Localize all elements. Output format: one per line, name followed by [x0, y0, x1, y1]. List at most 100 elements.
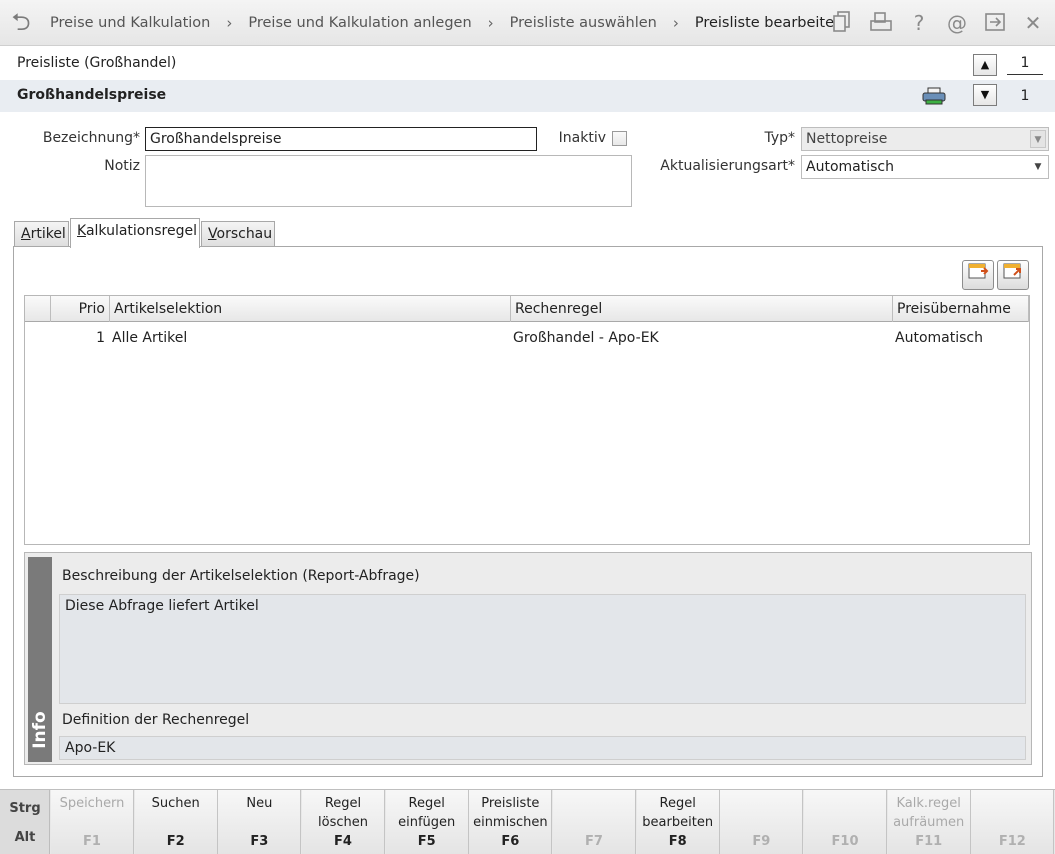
- title-bar: ⮌ Preise und Kalkulation › Preise und Ka…: [0, 0, 1055, 46]
- fkey-label: Regel einfügen: [398, 796, 456, 830]
- chevron-right-icon: ›: [226, 14, 233, 32]
- fkey-f10-button: F10: [804, 790, 888, 854]
- breadcrumb-item-2[interactable]: Preise und Kalkulation anlegen: [248, 15, 471, 31]
- fkey-shortcut: F8: [668, 834, 687, 849]
- tab-vorschau-label: Vorschau: [208, 226, 273, 242]
- list-title-row: Preisliste (Großhandel): [0, 50, 1055, 78]
- email-icon[interactable]: @: [945, 10, 969, 36]
- next-record-button[interactable]: ▼: [973, 84, 997, 106]
- rule-definition-heading: Definition der Rechenregel: [62, 712, 250, 728]
- help-icon[interactable]: ?: [907, 10, 931, 36]
- fkey-shortcut: F12: [998, 834, 1026, 849]
- function-key-bar: Strg Alt Speichern F1 Suchen F2 Neu F3 Regel l…: [0, 789, 1055, 854]
- tab-artikel[interactable]: Artikel: [14, 221, 69, 247]
- printer-status-icon[interactable]: [922, 87, 946, 105]
- previous-record-button[interactable]: ▲: [973, 54, 997, 76]
- fkey-shortcut: F2: [166, 834, 185, 849]
- column-header-preisuebernahme[interactable]: Preisübernahme: [893, 296, 1029, 322]
- fkey-label: Kalk.regel aufräumen: [893, 796, 965, 830]
- chevron-right-icon: ›: [487, 14, 494, 32]
- fkey-shortcut: F5: [417, 834, 436, 849]
- fkey-f12-button: F12: [971, 790, 1055, 854]
- tab-kalkulationsregel-label: Kalkulationsregel: [77, 223, 197, 239]
- fkey-regel-loeschen-button[interactable]: Regel löschen F4: [302, 790, 385, 854]
- fkey-shortcut: F7: [585, 834, 603, 849]
- fkey-f7-button: F7: [553, 790, 637, 854]
- column-header-rechenregel[interactable]: Rechenregel: [511, 296, 893, 322]
- column-header-select[interactable]: [25, 296, 51, 322]
- export-rule-button[interactable]: [997, 260, 1029, 290]
- export-icon[interactable]: [983, 10, 1007, 36]
- cell-artikelselektion: Alle Artikel: [112, 330, 188, 346]
- tab-artikel-label: Artikel: [21, 226, 66, 242]
- list-title: Preisliste (Großhandel): [17, 55, 177, 71]
- record-counter-bottom: 1: [1020, 88, 1030, 104]
- bezeichnung-input[interactable]: Großhandelspreise: [145, 127, 537, 151]
- aktualisierungsart-select[interactable]: Automatisch ▼: [801, 155, 1049, 179]
- copy-icon[interactable]: [831, 10, 855, 36]
- header-toolbar: ? @ ✕: [831, 10, 1045, 36]
- record-title-row: Großhandelspreise: [0, 80, 1055, 112]
- selection-description-text: Diese Abfrage liefert Artikel: [59, 594, 1026, 704]
- fkey-speichern-button: Speichern F1: [51, 790, 134, 854]
- breadcrumb: Preise und Kalkulation › Preise und Kalk…: [50, 14, 843, 32]
- inaktiv-checkbox[interactable]: [612, 131, 627, 146]
- rules-table: Prio Artikelselektion Rechenregel Preisü…: [24, 295, 1030, 545]
- fkey-shortcut: F6: [501, 834, 520, 849]
- fkey-neu-button[interactable]: Neu F3: [218, 790, 302, 854]
- fkey-regel-einfuegen-button[interactable]: Regel einfügen F5: [385, 790, 469, 854]
- fkey-shortcut: F4: [334, 834, 352, 849]
- dropdown-arrow-icon[interactable]: ▼: [1030, 158, 1046, 176]
- notiz-textarea[interactable]: [145, 155, 632, 207]
- aktualisierungsart-value: Automatisch: [806, 159, 894, 175]
- info-tag: Info: [30, 711, 50, 749]
- breadcrumb-item-3[interactable]: Preisliste auswählen: [510, 15, 657, 31]
- tab-kalkulationsregel[interactable]: Kalkulationsregel: [70, 218, 200, 248]
- print-icon[interactable]: [869, 10, 893, 36]
- record-counter-top: 1: [1007, 55, 1043, 75]
- modifier-keys: Strg Alt: [0, 790, 50, 854]
- column-header-artikelselektion[interactable]: Artikelselektion: [110, 296, 511, 322]
- typ-select[interactable]: Nettopreise ▼: [801, 127, 1049, 151]
- fkey-shortcut: F1: [83, 834, 101, 849]
- fkey-suchen-button[interactable]: Suchen F2: [134, 790, 218, 854]
- fkey-shortcut: F3: [250, 834, 269, 849]
- fkey-label: Suchen: [151, 796, 200, 811]
- info-panel: Info Beschreibung der Artikelselektion (…: [24, 552, 1032, 765]
- fkey-label: Regel löschen: [318, 796, 368, 830]
- fkey-label: Regel bearbeiten: [642, 796, 714, 830]
- fkey-f9-button: F9: [720, 790, 804, 854]
- aktualisierungsart-label: Aktualisierungsart*: [660, 158, 795, 174]
- cell-prio: 1: [96, 330, 105, 346]
- modifier-strg[interactable]: Strg: [0, 801, 50, 816]
- fkey-label: Neu: [246, 796, 273, 811]
- selection-description-heading: Beschreibung der Artikelselektion (Repor…: [62, 568, 420, 584]
- chevron-right-icon: ›: [672, 14, 679, 32]
- fkey-shortcut: F9: [752, 834, 771, 849]
- column-header-prio[interactable]: Prio: [51, 296, 110, 322]
- modifier-alt[interactable]: Alt: [0, 830, 50, 845]
- fkey-preisliste-einmischen-button[interactable]: Preisliste einmischen F6: [469, 790, 553, 854]
- fkey-shortcut: F10: [831, 834, 859, 849]
- import-rule-button[interactable]: [962, 260, 994, 290]
- fkey-label: Preisliste einmischen: [473, 796, 548, 830]
- bezeichnung-label: Bezeichnung*: [42, 130, 140, 146]
- tab-vorschau[interactable]: Vorschau: [201, 221, 275, 247]
- rule-definition-text: Apo-EK: [59, 736, 1026, 760]
- typ-value: Nettopreise: [806, 131, 888, 147]
- info-sidebar: Info: [28, 557, 52, 762]
- typ-label: Typ*: [764, 130, 795, 146]
- notiz-label: Notiz: [104, 158, 140, 174]
- fkey-shortcut: F11: [915, 834, 943, 849]
- table-export-icon: [1003, 263, 1021, 279]
- record-title: Großhandelspreise: [17, 87, 167, 103]
- back-arrow-icon[interactable]: ⮌: [6, 9, 36, 35]
- table-row[interactable]: 1 Alle Artikel Großhandel - Apo-EK Autom…: [25, 330, 1029, 354]
- fkey-regel-bearbeiten-button[interactable]: Regel bearbeiten F8: [636, 790, 720, 854]
- close-icon[interactable]: ✕: [1021, 10, 1045, 36]
- breadcrumb-current: Preisliste bearbeiten: [694, 15, 844, 31]
- dropdown-arrow-icon[interactable]: ▼: [1030, 130, 1046, 148]
- table-import-icon: [968, 263, 989, 279]
- cell-rechenregel: Großhandel - Apo-EK: [513, 330, 659, 346]
- breadcrumb-item-1[interactable]: Preise und Kalkulation: [50, 15, 210, 31]
